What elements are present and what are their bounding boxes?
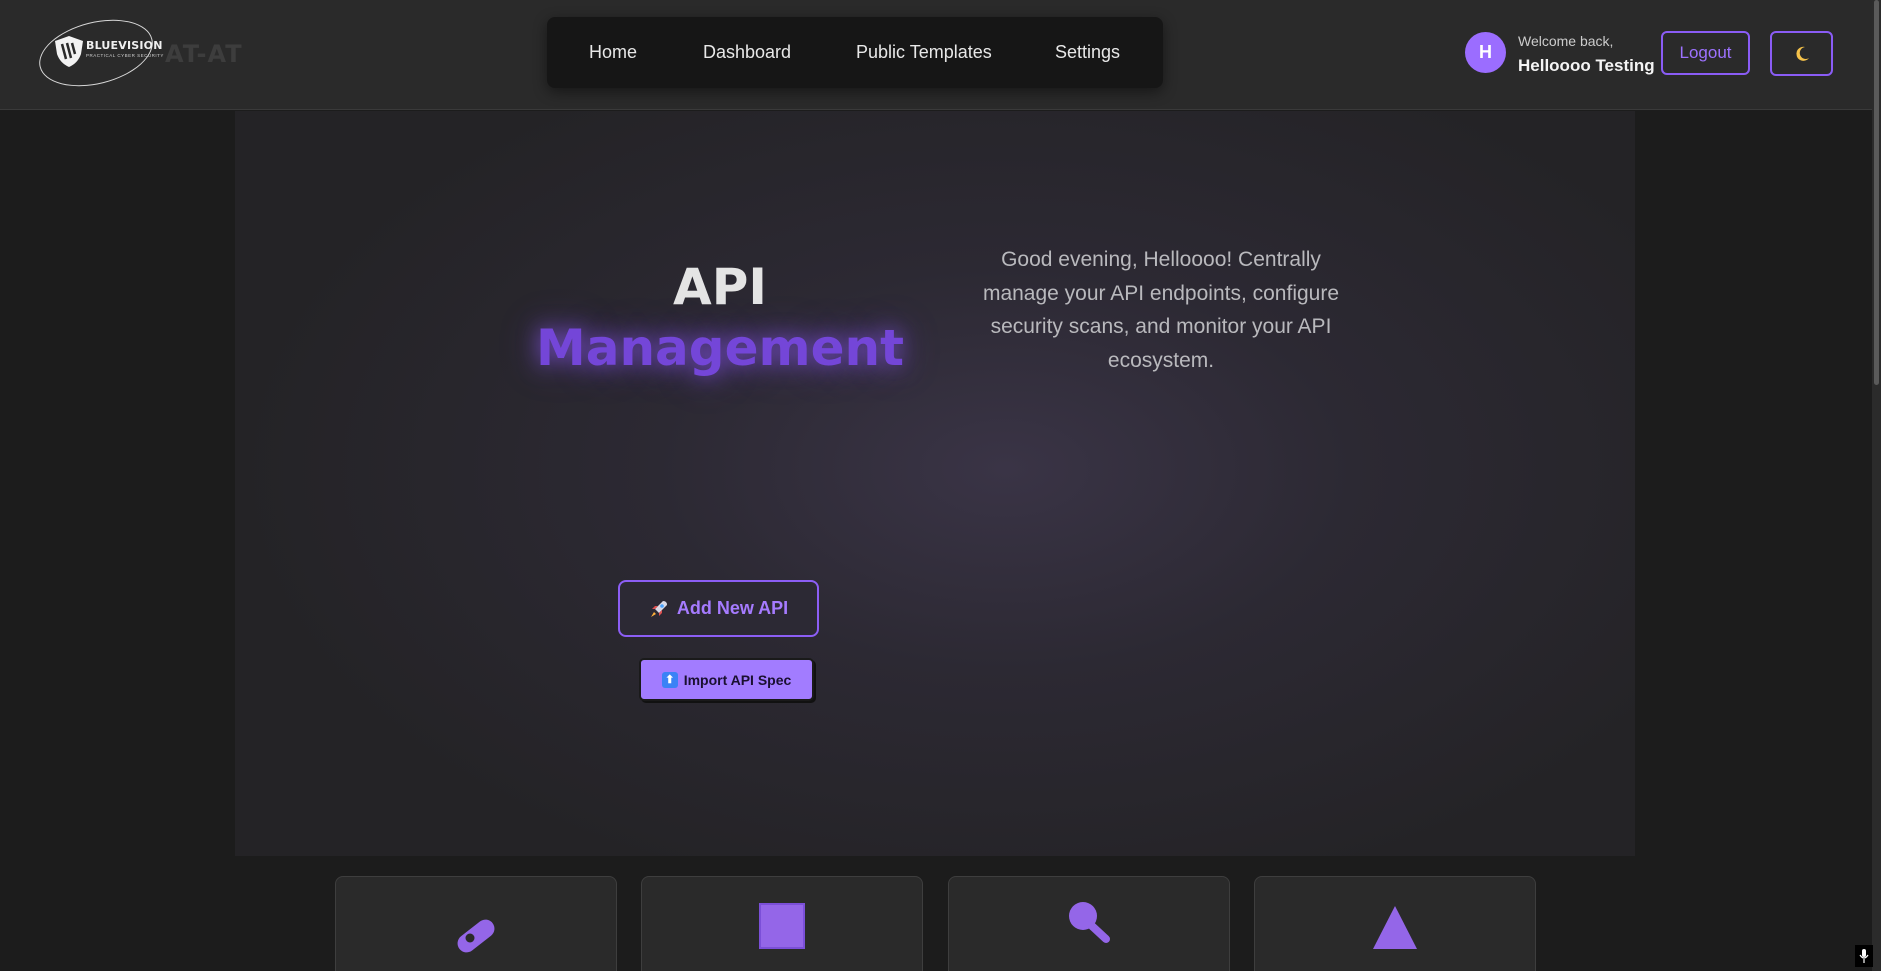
square-icon	[759, 903, 805, 949]
feature-card-4[interactable]	[1254, 876, 1536, 971]
bluevision-logo[interactable]: BLUEVISION PRACTICAL CYBER SECURITY	[32, 8, 163, 98]
magnifier-icon	[1069, 902, 1110, 943]
import-api-spec-button[interactable]: ⬆ Import API Spec	[639, 658, 814, 701]
moon-icon	[1795, 46, 1809, 61]
app-name: AT-AT	[165, 40, 243, 68]
user-name: Helloooo Testing	[1518, 56, 1655, 75]
feature-card-1[interactable]	[335, 876, 617, 971]
nav-home[interactable]: Home	[589, 42, 637, 63]
theme-toggle-button[interactable]	[1770, 31, 1833, 76]
microphone-glyph-icon	[1859, 949, 1869, 963]
add-new-api-label: Add New API	[676, 598, 789, 618]
rocket-icon	[650, 600, 667, 617]
pill-icon	[457, 919, 495, 953]
triangle-icon	[1373, 906, 1417, 949]
import-api-spec-label: Import API Spec	[683, 671, 792, 688]
feature-card-3[interactable]	[948, 876, 1230, 971]
logo-tagline: PRACTICAL CYBER SECURITY	[86, 53, 164, 58]
feature-card-2[interactable]	[641, 876, 923, 971]
hero-description: Good evening, Helloooo! Centrally manage…	[982, 248, 1340, 372]
main-nav: Home Dashboard Public Templates Settings	[547, 17, 1163, 88]
nav-public-templates[interactable]: Public Templates	[856, 42, 992, 63]
nav-dashboard[interactable]: Dashboard	[703, 42, 791, 63]
add-new-api-button[interactable]: Add New API	[618, 580, 819, 637]
top-header: BLUEVISION PRACTICAL CYBER SECURITY AT-A…	[0, 0, 1872, 110]
logout-button[interactable]: Logout	[1661, 31, 1750, 75]
welcome-label: Welcome back,	[1518, 33, 1614, 49]
user-avatar[interactable]: H	[1465, 32, 1506, 73]
upload-arrow-icon: ⬆	[661, 671, 678, 688]
page-scrollbar-thumb[interactable]	[1874, 0, 1879, 385]
logo-brand-text: BLUEVISION	[86, 39, 163, 52]
nav-settings[interactable]: Settings	[1055, 42, 1120, 63]
shield-logo-icon	[55, 36, 83, 67]
hero-section: API Management Good evening, Helloooo! C…	[235, 111, 1635, 856]
microphone-icon[interactable]	[1855, 945, 1873, 967]
